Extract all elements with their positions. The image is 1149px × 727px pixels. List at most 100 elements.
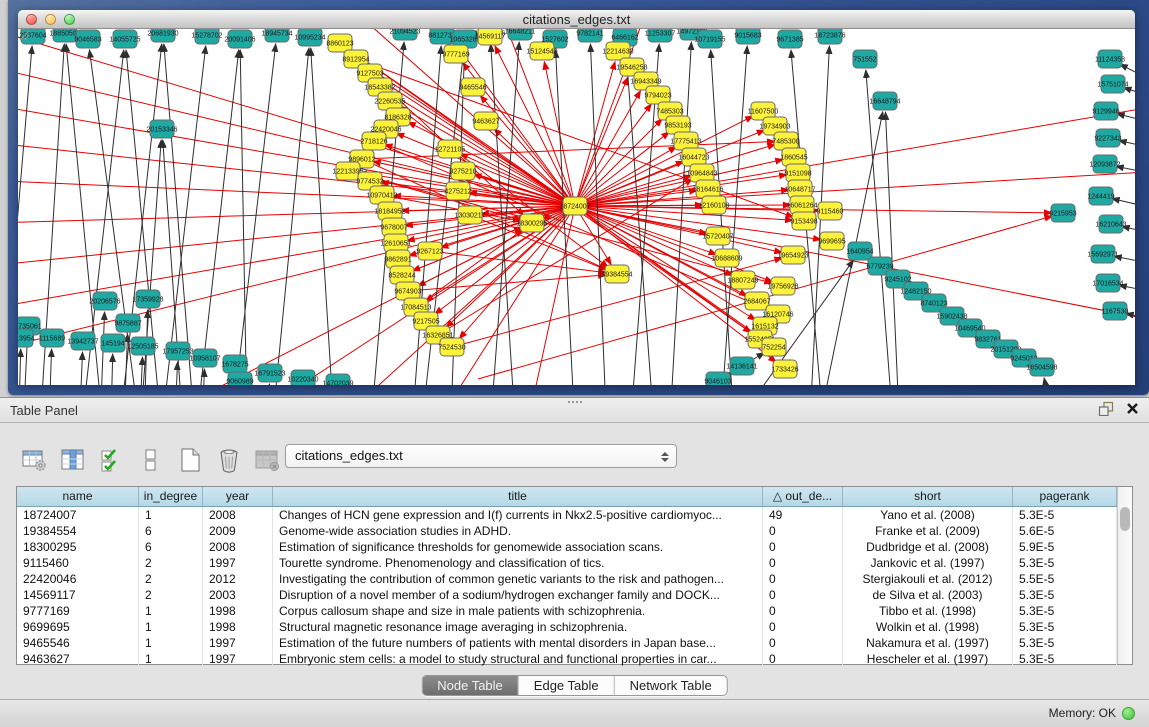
table-cell-pagerank[interactable]: 5.3E-5 (1013, 635, 1117, 651)
table-cell-short[interactable]: Yano et al. (2008) (843, 507, 1013, 523)
graph-node[interactable]: 1733426 (771, 360, 798, 378)
graph-node[interactable]: 9215953 (1049, 204, 1076, 222)
table-cell-name[interactable]: 9777169 (17, 603, 139, 619)
graph-node[interactable]: 14702039 (322, 374, 353, 385)
table-cell-name[interactable]: 18300295 (17, 539, 139, 555)
graph-node[interactable]: 9678007 (380, 218, 407, 236)
graph-node[interactable]: 9129946 (1092, 102, 1119, 120)
graph-node[interactable]: 752254 (762, 338, 786, 356)
graph-node[interactable]: 2718126 (360, 132, 387, 150)
table-cell-name[interactable]: 9699695 (17, 619, 139, 635)
graph-node[interactable]: 8860123 (326, 34, 353, 52)
table-cell-in_degree[interactable]: 6 (139, 523, 203, 539)
graph-node[interactable]: 10958107 (189, 349, 220, 367)
graph-edge[interactable] (18, 179, 575, 206)
select-all-icon[interactable] (98, 446, 126, 474)
table-cell-out_degree[interactable]: 0 (763, 523, 843, 539)
graph-node[interactable]: 1860545 (780, 148, 807, 166)
tab-node-table[interactable]: Node Table (422, 676, 518, 695)
graph-node[interactable]: 1678275 (221, 355, 248, 373)
graph-node[interactable]: 1115689 (39, 329, 65, 347)
table-cell-year[interactable]: 1997 (203, 555, 273, 571)
table-cell-out_degree[interactable]: 0 (763, 635, 843, 651)
graph-node[interactable]: 18184952 (374, 202, 405, 220)
table-cell-pagerank[interactable]: 5.3E-5 (1013, 603, 1117, 619)
graph-edge[interactable] (711, 50, 738, 385)
graph-edge[interactable] (556, 50, 578, 385)
close-panel-icon[interactable] (1126, 402, 1139, 415)
graph-node[interactable]: 14569117 (475, 29, 506, 45)
table-cell-pagerank[interactable]: 5.3E-5 (1013, 507, 1117, 523)
graph-node[interactable]: 9060989 (226, 372, 253, 385)
graph-edge[interactable] (885, 112, 900, 385)
graph-node[interactable]: 9875887 (114, 314, 141, 332)
network-canvas[interactable]: 2537604188505919046583140557252068193015… (18, 29, 1135, 385)
graph-node[interactable]: 8528244 (388, 266, 415, 284)
table-row[interactable]: 946362711997Embryonic stem cells: a mode… (17, 651, 1117, 667)
graph-node[interactable]: 7524530 (438, 338, 465, 356)
table-cell-out_degree[interactable]: 0 (763, 555, 843, 571)
table-row[interactable]: 1830029562008Estimation of significance … (17, 539, 1117, 555)
graph-node[interactable]: 9153498 (790, 212, 817, 230)
table-cell-title[interactable]: Embryonic stem cells: a model to study s… (273, 651, 763, 667)
graph-node[interactable]: 16648794 (869, 92, 900, 110)
graph-node[interactable]: 9671385 (776, 30, 803, 48)
graph-node[interactable]: 18945734 (261, 29, 292, 42)
graph-node[interactable]: 9853193 (664, 116, 691, 134)
graph-node[interactable]: 12505185 (127, 337, 158, 355)
table-cell-short[interactable]: de Silva et al. (2003) (843, 587, 1013, 603)
column-header-out_degree[interactable]: △ out_de... (763, 487, 843, 506)
graph-node[interactable]: 10220340 (287, 370, 318, 385)
graph-node[interactable]: 17775413 (670, 132, 701, 150)
graph-node[interactable]: 12610651 (380, 234, 411, 252)
table-row[interactable]: 911546021997Tourette syndrome. Phenomeno… (17, 555, 1117, 571)
table-cell-pagerank[interactable]: 5.3E-5 (1013, 619, 1117, 635)
table-cell-year[interactable]: 2008 (203, 507, 273, 523)
graph-node[interactable]: 9777169 (442, 45, 469, 63)
panel-resize-handle[interactable] (568, 398, 582, 403)
graph-node[interactable]: 15720407 (702, 227, 733, 245)
new-table-icon[interactable] (176, 446, 204, 474)
graph-edge[interactable] (158, 46, 206, 385)
table-cell-title[interactable]: Genome-wide association studies in ADHD. (273, 523, 763, 539)
graph-edge[interactable] (173, 362, 178, 385)
graph-node[interactable]: 18164616 (692, 180, 723, 198)
graph-node[interactable]: 16791523 (254, 364, 285, 382)
graph-edge[interactable] (138, 357, 143, 385)
graph-node[interactable]: 9267123 (416, 242, 443, 260)
table-cell-year[interactable]: 1997 (203, 635, 273, 651)
graph-edge[interactable] (164, 44, 198, 385)
graph-node[interactable]: 18723876 (814, 29, 845, 44)
table-cell-in_degree[interactable]: 2 (139, 571, 203, 587)
graph-node[interactable]: 18807249 (727, 271, 758, 289)
tab-network-table[interactable]: Network Table (614, 676, 727, 695)
table-cell-title[interactable]: Structural magnetic resonance image aver… (273, 619, 763, 635)
table-cell-year[interactable]: 2003 (203, 587, 273, 603)
graph-node[interactable]: 9015683 (734, 29, 761, 44)
graph-node[interactable]: 16210643 (1095, 215, 1126, 233)
table-row[interactable]: 1456911722003Disruption of a novel membe… (17, 587, 1117, 603)
table-cell-out_degree[interactable]: 0 (763, 651, 843, 667)
graph-node[interactable]: 12721105 (435, 140, 466, 158)
graph-edge[interactable] (1117, 114, 1135, 129)
graph-node[interactable]: 10964843 (686, 164, 717, 182)
table-cell-in_degree[interactable]: 6 (139, 539, 203, 555)
table-cell-in_degree[interactable]: 1 (139, 603, 203, 619)
table-cell-name[interactable]: 19384554 (17, 523, 139, 539)
table-cell-title[interactable]: Disruption of a novel member of a sodium… (273, 587, 763, 603)
graph-node[interactable]: 1167530 (1102, 302, 1129, 320)
clear-selection-icon[interactable] (137, 446, 165, 474)
graph-node[interactable]: 10970413 (366, 186, 397, 204)
graph-edge[interactable] (240, 50, 248, 385)
table-cell-year[interactable]: 1997 (203, 651, 273, 667)
delete-table-icon[interactable] (215, 446, 243, 474)
float-panel-icon[interactable] (1098, 401, 1114, 416)
table-cell-year[interactable]: 2008 (203, 539, 273, 555)
table-cell-in_degree[interactable]: 1 (139, 635, 203, 651)
table-cell-short[interactable]: Hescheler et al. (1997) (843, 651, 1013, 667)
graph-node[interactable]: 16504598 (1026, 358, 1057, 376)
graph-node[interactable]: 10648717 (784, 180, 815, 198)
graph-node[interactable]: 16648211 (505, 29, 536, 40)
table-cell-pagerank[interactable]: 5.6E-5 (1013, 523, 1117, 539)
table-cell-in_degree[interactable]: 1 (139, 507, 203, 523)
